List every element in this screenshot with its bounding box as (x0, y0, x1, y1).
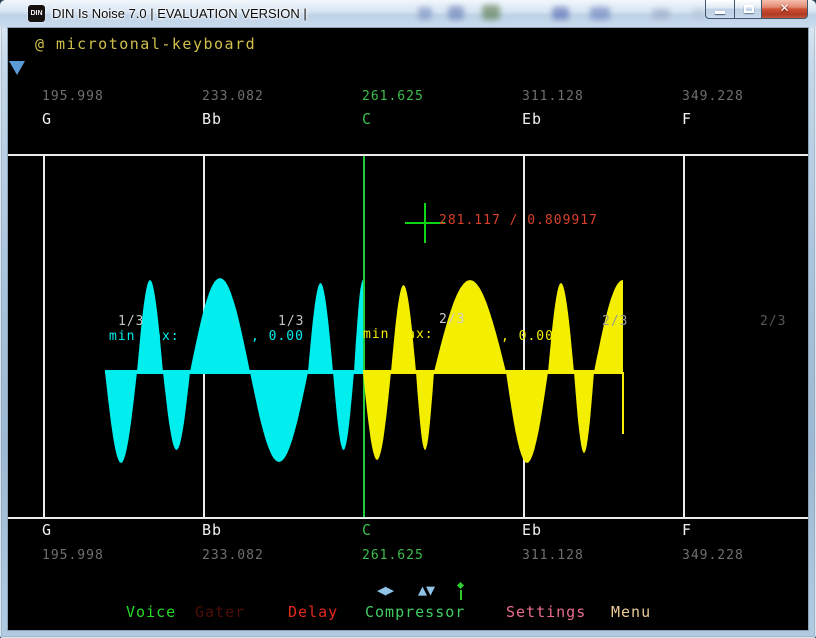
cursor-readout: 281.117 / 0.809917 (439, 213, 598, 228)
menu-item-voice[interactable]: Voice (126, 604, 176, 621)
menu-item-delay[interactable]: Delay (288, 604, 338, 621)
freq-label-bottom-Bb: 233.082 (202, 549, 264, 563)
menu-item-menu[interactable]: Menu (611, 604, 651, 621)
menu-item-compressor[interactable]: Compressor (365, 604, 465, 621)
note-label-bottom-C: C (362, 523, 372, 539)
waveform-display[interactable] (8, 154, 808, 517)
wave-label-0: 1/3 (118, 315, 144, 328)
freq-label-bottom-C: 261.625 (362, 549, 424, 563)
info-icon-dot (457, 582, 464, 589)
right-wave-baseline (363, 370, 623, 374)
freq-label-bottom-G: 195.998 (42, 549, 104, 563)
freq-label-top-F: 349.228 (682, 90, 744, 104)
window-title: DIN Is Noise 7.0 | EVALUATION VERSION | (52, 6, 307, 21)
note-label-top-G: G (42, 112, 52, 128)
close-icon: ✕ (762, 1, 807, 15)
note-label-bottom-F: F (682, 523, 692, 539)
minimize-icon (715, 11, 725, 14)
note-label-top-Eb: Eb (522, 112, 542, 128)
freq-label-bottom-Eb: 311.128 (522, 549, 584, 563)
freq-label-top-Bb: 233.082 (202, 90, 264, 104)
nav-left-right-icons[interactable]: ◀▶ (377, 582, 393, 599)
right-wave-end-marker (622, 372, 624, 434)
app-icon-text: DIN (30, 10, 42, 17)
note-label-bottom-Bb: Bb (202, 523, 222, 539)
note-label-bottom-G: G (42, 523, 52, 539)
nav-up-down-icons[interactable]: ▲▼ (418, 582, 434, 599)
minimize-button[interactable] (705, 0, 734, 19)
keyboard-bottom-line (8, 517, 808, 519)
note-label-top-F: F (682, 112, 692, 128)
din-client-area[interactable]: @ microtonal-keyboard 195.998 G G 195.998 23… (8, 28, 808, 630)
info-icon[interactable] (457, 583, 465, 600)
titlebar[interactable]: DIN DIN Is Noise 7.0 | EVALUATION VERSIO… (0, 0, 816, 28)
app-window: DIN DIN Is Noise 7.0 | EVALUATION VERSIO… (0, 0, 816, 638)
maximize-button[interactable] (734, 0, 762, 19)
freq-label-top-C: 261.625 (362, 90, 424, 104)
menu-item-settings[interactable]: Settings (506, 604, 586, 621)
note-label-top-C: C (362, 112, 372, 128)
window-controls: ✕ (705, 0, 808, 19)
freq-label-top-Eb: 311.128 (522, 90, 584, 104)
left-wave-baseline (105, 370, 363, 374)
freq-label-bottom-F: 349.228 (682, 549, 744, 563)
note-label-top-Bb: Bb (202, 112, 222, 128)
menu-item-gater[interactable]: Gater (195, 604, 245, 621)
wave-label-3: 1/3 (278, 315, 304, 328)
note-label-bottom-Eb: Eb (522, 523, 542, 539)
wave-label-5: 2/3 (439, 313, 465, 326)
info-icon-bar (460, 590, 462, 600)
range-marker-icon[interactable] (9, 61, 25, 75)
close-button[interactable]: ✕ (762, 0, 808, 19)
freq-label-top-G: 195.998 (42, 90, 104, 104)
wave-label-8: 2/3 (760, 315, 786, 328)
maximize-icon (744, 5, 754, 13)
mode-label[interactable]: @ microtonal-keyboard (35, 35, 256, 53)
app-icon[interactable]: DIN (28, 5, 45, 22)
wave-label-7: 2/3 (602, 315, 628, 328)
